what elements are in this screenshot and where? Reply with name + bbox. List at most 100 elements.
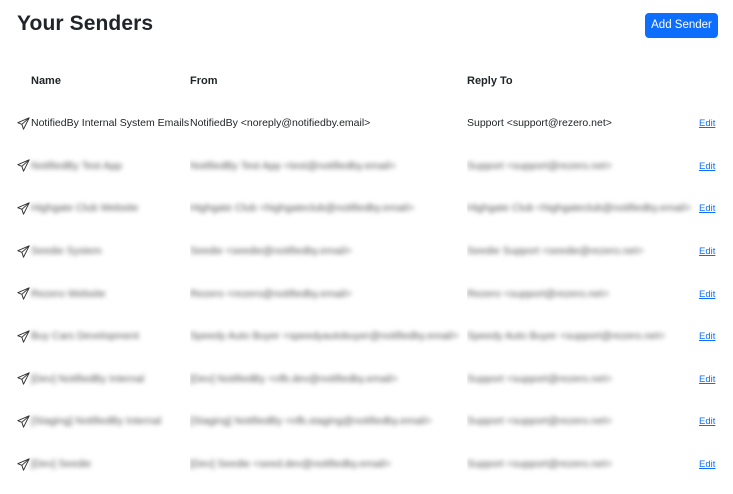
table-row: Seedie System Seedie <seedie@notifiedby.e… [17,230,722,273]
cell-actions: Edit [699,315,722,358]
table-body: NotifiedBy Internal System Emails Notifie… [17,102,722,485]
cell-reply-to: Highgate Club <highgateclub@notifiedby.e… [467,187,699,230]
header-row: Name From Reply To [17,60,722,102]
cell-reply-to: Seedie Support <seedie@rezero.net> [467,230,699,273]
sender-from: Seedie <seedie@notifiedby.email> [190,245,352,258]
cell-from: [Dev] NotifiedBy <nfb.dev@notifiedby.ema… [190,358,467,401]
paper-plane-icon [17,287,30,300]
sender-reply-to: Support <support@rezero.net> [467,117,612,130]
table-header: Name From Reply To [17,60,722,102]
cell-reply-to: Support <support@rezero.net> [467,145,699,188]
cell-name: Rezero Website [17,272,190,315]
cell-reply-to: Support <support@rezero.net> [467,102,699,145]
sender-from: [Dev] NotifiedBy <nfb.dev@notifiedby.ema… [190,372,398,385]
cell-from: [Dev] Seedie <seed.dev@notifiedby.email> [190,443,467,486]
sender-name: Highgate Club Website [31,202,139,215]
column-header-from: From [190,75,218,87]
edit-sender-link[interactable]: Edit [699,331,715,342]
edit-sender-link[interactable]: Edit [699,246,715,257]
cell-reply-to: Support <support@rezero.net> [467,400,699,443]
cell-actions: Edit [699,145,722,188]
sender-name: Seedie System [31,245,102,258]
table-row: [Dev] NotifiedBy Internal [Dev] NotifiedB… [17,358,722,401]
cell-actions: Edit [699,272,722,315]
edit-sender-link[interactable]: Edit [699,289,715,300]
sender-reply-to: Seedie Support <seedie@rezero.net> [467,245,644,258]
cell-reply-to: Support <support@rezero.net> [467,443,699,486]
cell-reply-to: Rezero <support@rezero.net> [467,272,699,315]
column-header-name: Name [31,75,61,87]
cell-name: NotifiedBy Internal System Emails [17,102,190,145]
sender-name: Rezero Website [31,287,106,300]
cell-from: Highgate Club <highgateclub@notifiedby.e… [190,187,467,230]
sender-name: NotifiedBy Internal System Emails [31,117,190,130]
cell-name: Buy Cars Development [17,315,190,358]
table-row: Highgate Club Website Highgate Club <high… [17,187,722,230]
cell-name: NotifiedBy Test App [17,145,190,188]
sender-from: [Dev] Seedie <seed.dev@notifiedby.email> [190,458,391,471]
senders-page: Your Senders Add Sender Name From Reply … [0,0,733,494]
cell-name: Seedie System [17,230,190,273]
edit-sender-link[interactable]: Edit [699,459,715,470]
edit-sender-link[interactable]: Edit [699,416,715,427]
sender-from: NotifiedBy <noreply@notifiedby.email> [190,117,371,130]
cell-actions: Edit [699,443,722,486]
cell-from: Rezero <rezero@notifiedby.email> [190,272,467,315]
sender-from: Highgate Club <highgateclub@notifiedby.e… [190,202,415,215]
edit-sender-link[interactable]: Edit [699,203,715,214]
column-header-reply-to: Reply To [467,75,513,87]
cell-from: [Staging] NotifiedBy <nfb.staging@notifi… [190,400,467,443]
sender-from: Rezero <rezero@notifiedby.email> [190,287,352,300]
sender-reply-to: Rezero <support@rezero.net> [467,287,609,300]
table-row: [Staging] NotifiedBy Internal [Staging] N… [17,400,722,443]
page-title: Your Senders [17,12,154,35]
cell-from: Seedie <seedie@notifiedby.email> [190,230,467,273]
sender-reply-to: Speedy Auto Buyer <support@rezero.net> [467,330,666,343]
paper-plane-icon [17,330,30,343]
cell-actions: Edit [699,187,722,230]
column-header-actions [699,60,722,102]
paper-plane-icon [17,415,30,428]
sender-reply-to: Support <support@rezero.net> [467,415,612,428]
cell-actions: Edit [699,358,722,401]
cell-name: [Dev] NotifiedBy Internal [17,358,190,401]
paper-plane-icon [17,117,30,130]
sender-reply-to: Support <support@rezero.net> [467,159,612,172]
cell-name: Highgate Club Website [17,187,190,230]
cell-from: NotifiedBy <noreply@notifiedby.email> [190,102,467,145]
cell-actions: Edit [699,230,722,273]
paper-plane-icon [17,457,30,471]
cell-from: NotifiedBy Test App <test@notifiedby.ema… [190,145,467,188]
edit-sender-link[interactable]: Edit [699,374,715,385]
paper-plane-icon [17,202,30,215]
table-row: Buy Cars Development Speedy Auto Buyer <s… [17,315,722,358]
edit-sender-link[interactable]: Edit [699,118,715,129]
cell-name: [Staging] NotifiedBy Internal [17,400,190,443]
cell-actions: Edit [699,102,722,145]
table-row: [Dev] Seedie [Dev] Seedie <seed.dev@notif… [17,443,722,486]
table-row: Rezero Website Rezero <rezero@notifiedby.… [17,272,722,315]
add-sender-button[interactable]: Add Sender [645,13,718,38]
cell-from: Speedy Auto Buyer <speedyautobuyer@notif… [190,315,467,358]
sender-from: NotifiedBy Test App <test@notifiedby.ema… [190,159,396,172]
sender-name: [Dev] NotifiedBy Internal [31,372,145,385]
paper-plane-icon [17,244,30,258]
sender-name: Buy Cars Development [31,330,139,343]
paper-plane-icon [17,159,30,173]
cell-name: [Dev] Seedie [17,443,190,486]
sender-name: [Dev] Seedie [31,458,92,471]
table-row: NotifiedBy Test App NotifiedBy Test App <… [17,145,722,188]
sender-reply-to: Highgate Club <highgateclub@notifiedby.e… [467,202,692,215]
sender-from: Speedy Auto Buyer <speedyautobuyer@notif… [190,330,459,343]
sender-reply-to: Support <support@rezero.net> [467,372,612,385]
cell-reply-to: Speedy Auto Buyer <support@rezero.net> [467,315,699,358]
edit-sender-link[interactable]: Edit [699,161,715,172]
sender-name: NotifiedBy Test App [31,159,122,172]
sender-from: [Staging] NotifiedBy <nfb.staging@notifi… [190,415,432,428]
sender-reply-to: Support <support@rezero.net> [467,458,612,471]
senders-table: Name From Reply To NotifiedBy Internal S… [17,60,722,485]
table-row: NotifiedBy Internal System Emails Notifie… [17,102,722,145]
cell-reply-to: Support <support@rezero.net> [467,358,699,401]
sender-name: [Staging] NotifiedBy Internal [31,415,162,428]
paper-plane-icon [17,372,30,386]
